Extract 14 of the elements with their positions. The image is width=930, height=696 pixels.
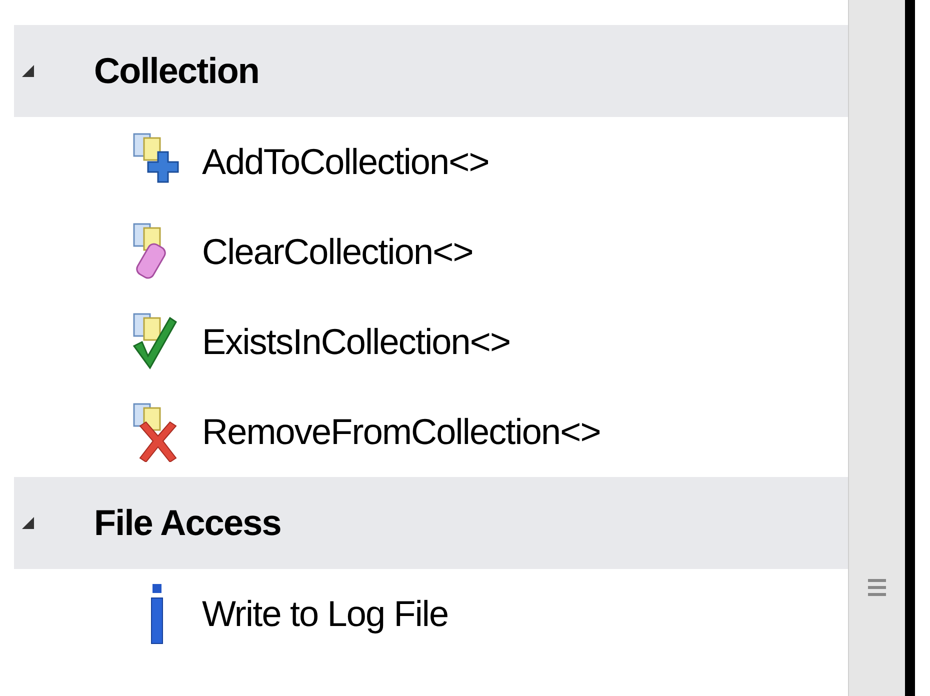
category-header[interactable]: Collection [14,25,848,117]
toolbox-item[interactable]: Write to Log File [0,569,848,659]
category-header[interactable]: File Access [14,477,848,569]
toolbox-item[interactable]: ExistsInCollection<> [0,297,848,387]
category-title: File Access [94,501,281,545]
toolbox-item[interactable]: ClearCollection<> [0,207,848,297]
expand-triangle-icon[interactable] [20,515,36,531]
toolbox-item[interactable]: AddToCollection<> [0,117,848,207]
scrollbar[interactable] [848,0,905,696]
category-title: Collection [94,49,260,93]
scroll-grip-icon [868,577,886,599]
expand-triangle-icon[interactable] [20,63,36,79]
info-icon [151,584,163,644]
toolbox-item[interactable]: RemoveFromCollection<> [0,387,848,477]
